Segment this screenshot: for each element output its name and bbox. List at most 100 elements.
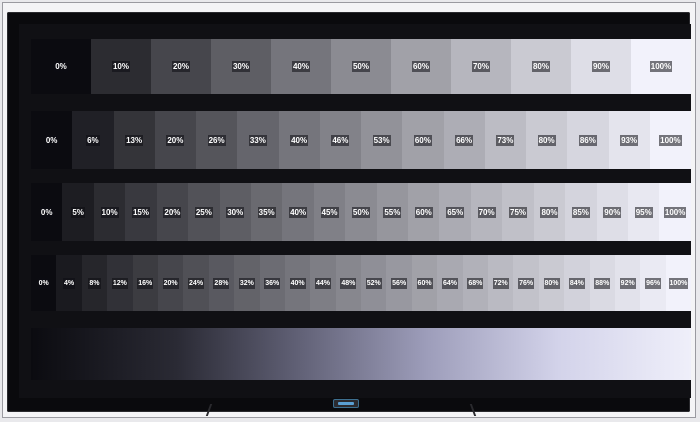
patch-label: 93% bbox=[620, 134, 639, 146]
grayscale-row-20-step: 0% 5% 10% 15% 20% 25% 30% 35% 40% 45% 50% 55% 60% 65%… bbox=[31, 183, 691, 241]
gray-patch: 100% bbox=[659, 183, 691, 241]
patch-label: 35% bbox=[257, 206, 276, 218]
gray-patch: 20% bbox=[157, 255, 184, 311]
gray-patch: 40% bbox=[271, 39, 331, 94]
patch-label: 24% bbox=[188, 277, 205, 289]
patch-label: 70% bbox=[471, 61, 490, 72]
gray-patch: 48% bbox=[335, 255, 362, 311]
patch-label: 15% bbox=[131, 206, 150, 218]
gray-patch: 20% bbox=[156, 183, 189, 241]
patch-label: 26% bbox=[207, 134, 226, 146]
patch-label: 100% bbox=[668, 277, 689, 289]
gray-patch: 85% bbox=[565, 183, 597, 241]
patch-label: 10% bbox=[100, 206, 119, 218]
gray-patch: 60% bbox=[402, 111, 444, 169]
gray-patch: 60% bbox=[411, 255, 438, 311]
patch-label: 40% bbox=[291, 61, 310, 72]
gray-patch: 40% bbox=[282, 183, 314, 241]
gray-patch: 80% bbox=[533, 183, 566, 241]
patch-label: 6% bbox=[86, 134, 100, 146]
gray-patch: 60% bbox=[408, 183, 440, 241]
television: 0% 10% 20% 30% 40% 50% 60% 70% 80% 90% 100% 0% 6% 13… bbox=[7, 12, 692, 412]
gray-patch: 33% bbox=[237, 111, 279, 169]
patch-label: 0% bbox=[54, 61, 68, 72]
patch-label: 36% bbox=[264, 277, 281, 289]
patch-label: 32% bbox=[238, 277, 255, 289]
patch-label: 30% bbox=[226, 206, 245, 218]
gray-patch: 45% bbox=[313, 183, 346, 241]
patch-label: 70% bbox=[477, 206, 496, 218]
gray-patch: 95% bbox=[628, 183, 660, 241]
gray-patch: 75% bbox=[502, 183, 534, 241]
patch-label: 96% bbox=[645, 277, 662, 289]
patch-label: 60% bbox=[414, 206, 433, 218]
gray-patch: 76% bbox=[513, 255, 539, 311]
gray-patch: 100% bbox=[665, 255, 692, 311]
patch-label: 55% bbox=[383, 206, 402, 218]
gray-patch: 70% bbox=[451, 39, 511, 94]
patch-label: 80% bbox=[543, 277, 560, 289]
grayscale-row-15-step: 0% 6% 13% 20% 26% 33% 40% 46% 53% 60% 66% 73% 80% 86%… bbox=[31, 111, 691, 169]
gray-patch: 72% bbox=[488, 255, 514, 311]
patch-label: 60% bbox=[413, 134, 432, 146]
patch-label: 100% bbox=[659, 134, 682, 146]
gray-patch: 30% bbox=[219, 183, 251, 241]
gray-patch: 8% bbox=[81, 255, 108, 311]
patch-label: 84% bbox=[568, 277, 585, 289]
patch-label: 53% bbox=[372, 134, 391, 146]
gray-patch: 68% bbox=[462, 255, 489, 311]
patch-label: 86% bbox=[578, 134, 597, 146]
patch-label: 20% bbox=[166, 134, 185, 146]
patch-label: 25% bbox=[194, 206, 213, 218]
patch-label: 0% bbox=[39, 206, 54, 218]
patch-label: 95% bbox=[634, 206, 653, 218]
gray-patch: 92% bbox=[614, 255, 641, 311]
patch-label: 92% bbox=[619, 277, 636, 289]
gray-patch: 96% bbox=[640, 255, 666, 311]
gray-patch: 73% bbox=[484, 111, 526, 169]
patch-label: 4% bbox=[63, 277, 76, 289]
gray-patch: 50% bbox=[345, 183, 377, 241]
patch-label: 46% bbox=[331, 134, 350, 146]
patch-label: 12% bbox=[111, 277, 128, 289]
grayscale-row-25-step: 0% 4% 8% 12% 16% 20% 24% 28% 32% 36% 40% 44% 48% 52% 5… bbox=[31, 255, 692, 311]
gray-patch: 5% bbox=[62, 183, 94, 241]
patch-label: 13% bbox=[125, 134, 144, 146]
patch-label: 60% bbox=[416, 277, 433, 289]
patch-label: 90% bbox=[591, 61, 610, 72]
gray-patch: 86% bbox=[567, 111, 609, 169]
patch-label: 52% bbox=[365, 277, 382, 289]
patch-label: 16% bbox=[137, 277, 154, 289]
patch-label: 44% bbox=[314, 277, 331, 289]
gray-patch: 4% bbox=[56, 255, 82, 311]
gray-patch: 84% bbox=[564, 255, 590, 311]
patch-label: 48% bbox=[340, 277, 357, 289]
patch-label: 80% bbox=[537, 134, 556, 146]
patch-label: 8% bbox=[88, 277, 101, 289]
patch-label: 0% bbox=[44, 134, 59, 146]
gray-patch: 90% bbox=[596, 183, 629, 241]
gray-patch: 26% bbox=[196, 111, 238, 169]
gray-patch: 80% bbox=[526, 111, 568, 169]
gray-patch: 90% bbox=[571, 39, 631, 94]
gray-patch: 40% bbox=[278, 111, 320, 169]
patch-label: 40% bbox=[289, 206, 308, 218]
gray-patch: 36% bbox=[259, 255, 285, 311]
gray-patch: 93% bbox=[608, 111, 650, 169]
gray-patch: 80% bbox=[511, 39, 571, 94]
gray-patch: 0% bbox=[31, 39, 91, 94]
gray-patch: 100% bbox=[649, 111, 691, 169]
gray-patch: 20% bbox=[151, 39, 211, 94]
patch-label: 60% bbox=[411, 61, 430, 72]
gray-patch: 60% bbox=[391, 39, 451, 94]
patch-label: 72% bbox=[492, 277, 509, 289]
gray-patch: 46% bbox=[319, 111, 361, 169]
patch-label: 5% bbox=[71, 206, 85, 218]
gray-patch: 100% bbox=[631, 39, 691, 94]
gray-patch: 10% bbox=[91, 39, 151, 94]
tv-brand-logo-icon bbox=[333, 399, 359, 408]
patch-label: 50% bbox=[351, 206, 370, 218]
gray-patch: 64% bbox=[437, 255, 463, 311]
gray-patch: 35% bbox=[250, 183, 283, 241]
patch-label: 73% bbox=[496, 134, 515, 146]
